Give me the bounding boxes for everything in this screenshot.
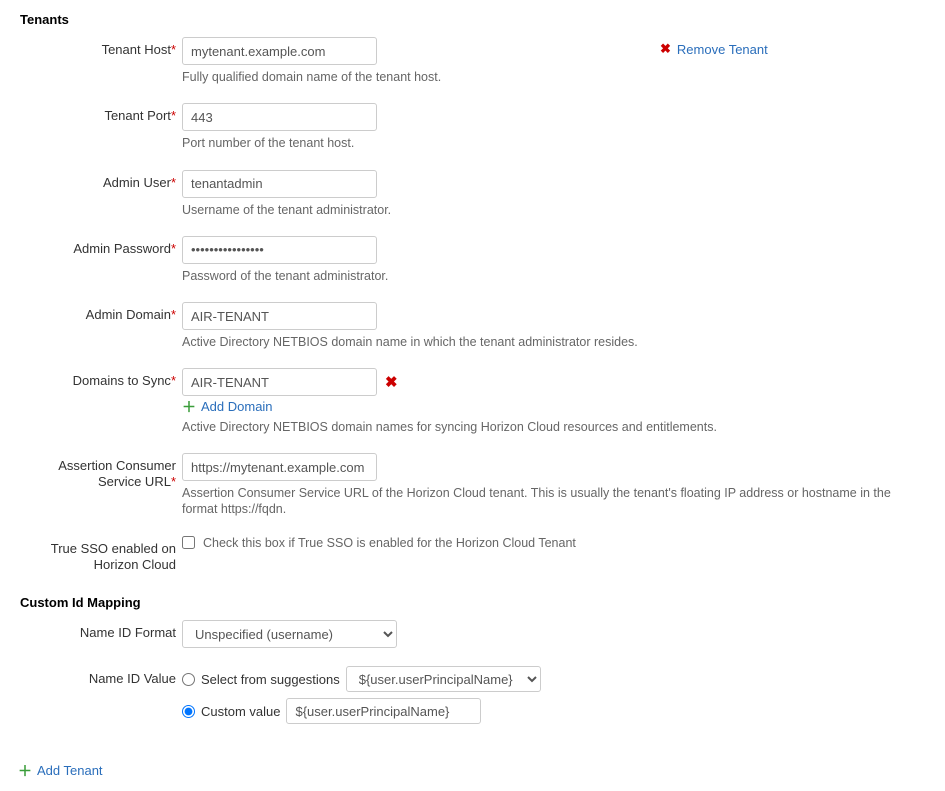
tenant-host-input[interactable]	[182, 37, 377, 65]
domains-to-sync-helper: Active Directory NETBIOS domain names fo…	[182, 419, 925, 435]
custom-id-mapping-section: Custom Id Mapping Name ID Format Unspeci…	[20, 595, 925, 730]
add-tenant-row: ＋ Add Tenant	[18, 760, 925, 779]
admin-password-label-text: Admin Password	[73, 241, 171, 256]
admin-domain-input[interactable]	[182, 302, 377, 330]
acs-url-row: Assertion Consumer Service URL* Assertio…	[20, 453, 925, 518]
suggestions-radio-label: Select from suggestions	[201, 672, 340, 687]
admin-password-input[interactable]	[182, 236, 377, 264]
name-id-format-select[interactable]: Unspecified (username)	[182, 620, 397, 648]
admin-domain-row: Admin Domain* Active Directory NETBIOS d…	[20, 302, 925, 350]
admin-user-label-text: Admin User	[103, 175, 171, 190]
remove-tenant-link[interactable]: ✖ Remove Tenant	[660, 41, 768, 57]
tenant-port-label-text: Tenant Port	[104, 108, 171, 123]
tenant-port-row: Tenant Port* Port number of the tenant h…	[20, 103, 925, 151]
true-sso-helper: Check this box if True SSO is enabled fo…	[203, 536, 576, 550]
custom-id-mapping-heading: Custom Id Mapping	[20, 595, 925, 610]
tenant-port-label: Tenant Port*	[20, 103, 182, 124]
required-mark: *	[171, 474, 176, 489]
admin-password-helper: Password of the tenant administrator.	[182, 268, 925, 284]
acs-url-label: Assertion Consumer Service URL*	[20, 453, 182, 491]
required-mark: *	[171, 307, 176, 322]
custom-value-input[interactable]	[286, 698, 481, 724]
tenants-heading: Tenants	[20, 12, 925, 27]
admin-user-helper: Username of the tenant administrator.	[182, 202, 925, 218]
true-sso-label: True SSO enabled on Horizon Cloud	[20, 536, 182, 574]
name-id-format-label: Name ID Format	[20, 620, 182, 641]
acs-url-input[interactable]	[182, 453, 377, 481]
admin-domain-label-text: Admin Domain	[86, 307, 171, 322]
name-id-format-row: Name ID Format Unspecified (username)	[20, 620, 925, 648]
admin-domain-label: Admin Domain*	[20, 302, 182, 323]
add-tenant-text: Add Tenant	[37, 763, 103, 778]
admin-user-input[interactable]	[182, 170, 377, 198]
add-tenant-link[interactable]: ＋ Add Tenant	[18, 763, 103, 778]
required-mark: *	[171, 373, 176, 388]
name-id-value-label: Name ID Value	[20, 666, 182, 687]
add-domain-link[interactable]: ＋ Add Domain	[182, 399, 273, 414]
domains-to-sync-row: Domains to Sync* ✖ ＋ Add Domain Active D…	[20, 368, 925, 435]
remove-domain-icon[interactable]: ✖	[385, 373, 398, 391]
admin-password-row: Admin Password* Password of the tenant a…	[20, 236, 925, 284]
required-mark: *	[171, 42, 176, 57]
name-id-value-row: Name ID Value Select from suggestions ${…	[20, 666, 925, 730]
required-mark: *	[171, 175, 176, 190]
custom-value-radio[interactable]	[182, 705, 195, 718]
admin-user-row: Admin User* Username of the tenant admin…	[20, 170, 925, 218]
tenant-port-input[interactable]	[182, 103, 377, 131]
tenant-host-label: Tenant Host*	[20, 37, 182, 58]
custom-value-radio-label: Custom value	[201, 704, 280, 719]
close-icon: ✖	[660, 41, 671, 57]
add-domain-text: Add Domain	[201, 399, 273, 414]
suggestions-radio[interactable]	[182, 673, 195, 686]
plus-icon: ＋	[182, 400, 196, 414]
acs-url-helper: Assertion Consumer Service URL of the Ho…	[182, 485, 925, 518]
tenants-section: Tenants Tenant Host* Fully qualified dom…	[20, 12, 925, 573]
true-sso-checkbox[interactable]	[182, 536, 195, 549]
domains-to-sync-label-text: Domains to Sync	[73, 373, 171, 388]
admin-user-label: Admin User*	[20, 170, 182, 191]
acs-url-label-text: Assertion Consumer Service URL	[58, 458, 176, 489]
remove-tenant-text: Remove Tenant	[677, 42, 768, 57]
suggestions-select[interactable]: ${user.userPrincipalName}	[346, 666, 541, 692]
admin-domain-helper: Active Directory NETBIOS domain name in …	[182, 334, 925, 350]
domains-to-sync-label: Domains to Sync*	[20, 368, 182, 389]
tenant-host-row: Tenant Host* Fully qualified domain name…	[20, 37, 925, 85]
domains-to-sync-input[interactable]	[182, 368, 377, 396]
plus-icon: ＋	[18, 764, 32, 778]
tenant-port-helper: Port number of the tenant host.	[182, 135, 925, 151]
required-mark: *	[171, 108, 176, 123]
admin-password-label: Admin Password*	[20, 236, 182, 257]
tenant-host-label-text: Tenant Host	[102, 42, 171, 57]
tenant-host-helper: Fully qualified domain name of the tenan…	[182, 69, 925, 85]
true-sso-row: True SSO enabled on Horizon Cloud Check …	[20, 536, 925, 574]
required-mark: *	[171, 241, 176, 256]
